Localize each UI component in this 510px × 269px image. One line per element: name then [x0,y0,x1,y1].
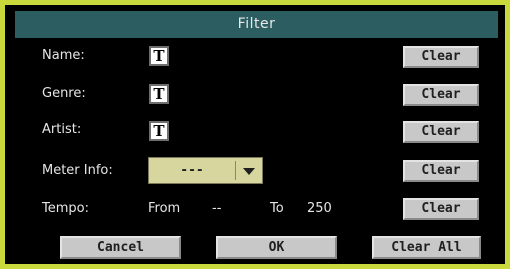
tempo-from-value[interactable]: -- [212,201,221,216]
meter-info-select[interactable]: --- [148,157,263,184]
tempo-to-label: To [270,201,284,216]
clear-tempo-button[interactable]: Clear [403,198,479,220]
ok-button[interactable]: OK [216,236,337,259]
name-text-edit-icon[interactable]: T [149,46,169,66]
meter-info-label: Meter Info: [42,163,113,178]
chevron-down-icon[interactable] [243,168,255,175]
genre-text-edit-icon[interactable]: T [149,84,169,104]
filter-dialog: Filter Name: T Clear Genre: T Clear Arti… [5,5,505,264]
tempo-to-value[interactable]: 250 [307,201,332,216]
select-divider [235,161,236,180]
tempo-label: Tempo: [42,201,89,216]
artist-label: Artist: [42,122,82,137]
name-label: Name: [42,48,85,63]
tempo-from-label: From [148,201,181,216]
clear-genre-button[interactable]: Clear [403,84,479,106]
artist-text-edit-icon[interactable]: T [149,121,169,141]
cancel-button[interactable]: Cancel [60,236,181,259]
clear-name-button[interactable]: Clear [403,46,479,68]
dialog-title: Filter [15,11,498,38]
meter-info-value: --- [180,163,204,178]
clear-meter-button[interactable]: Clear [403,160,479,182]
clear-artist-button[interactable]: Clear [403,121,479,143]
genre-label: Genre: [42,86,86,101]
clear-all-button[interactable]: Clear All [372,236,481,259]
